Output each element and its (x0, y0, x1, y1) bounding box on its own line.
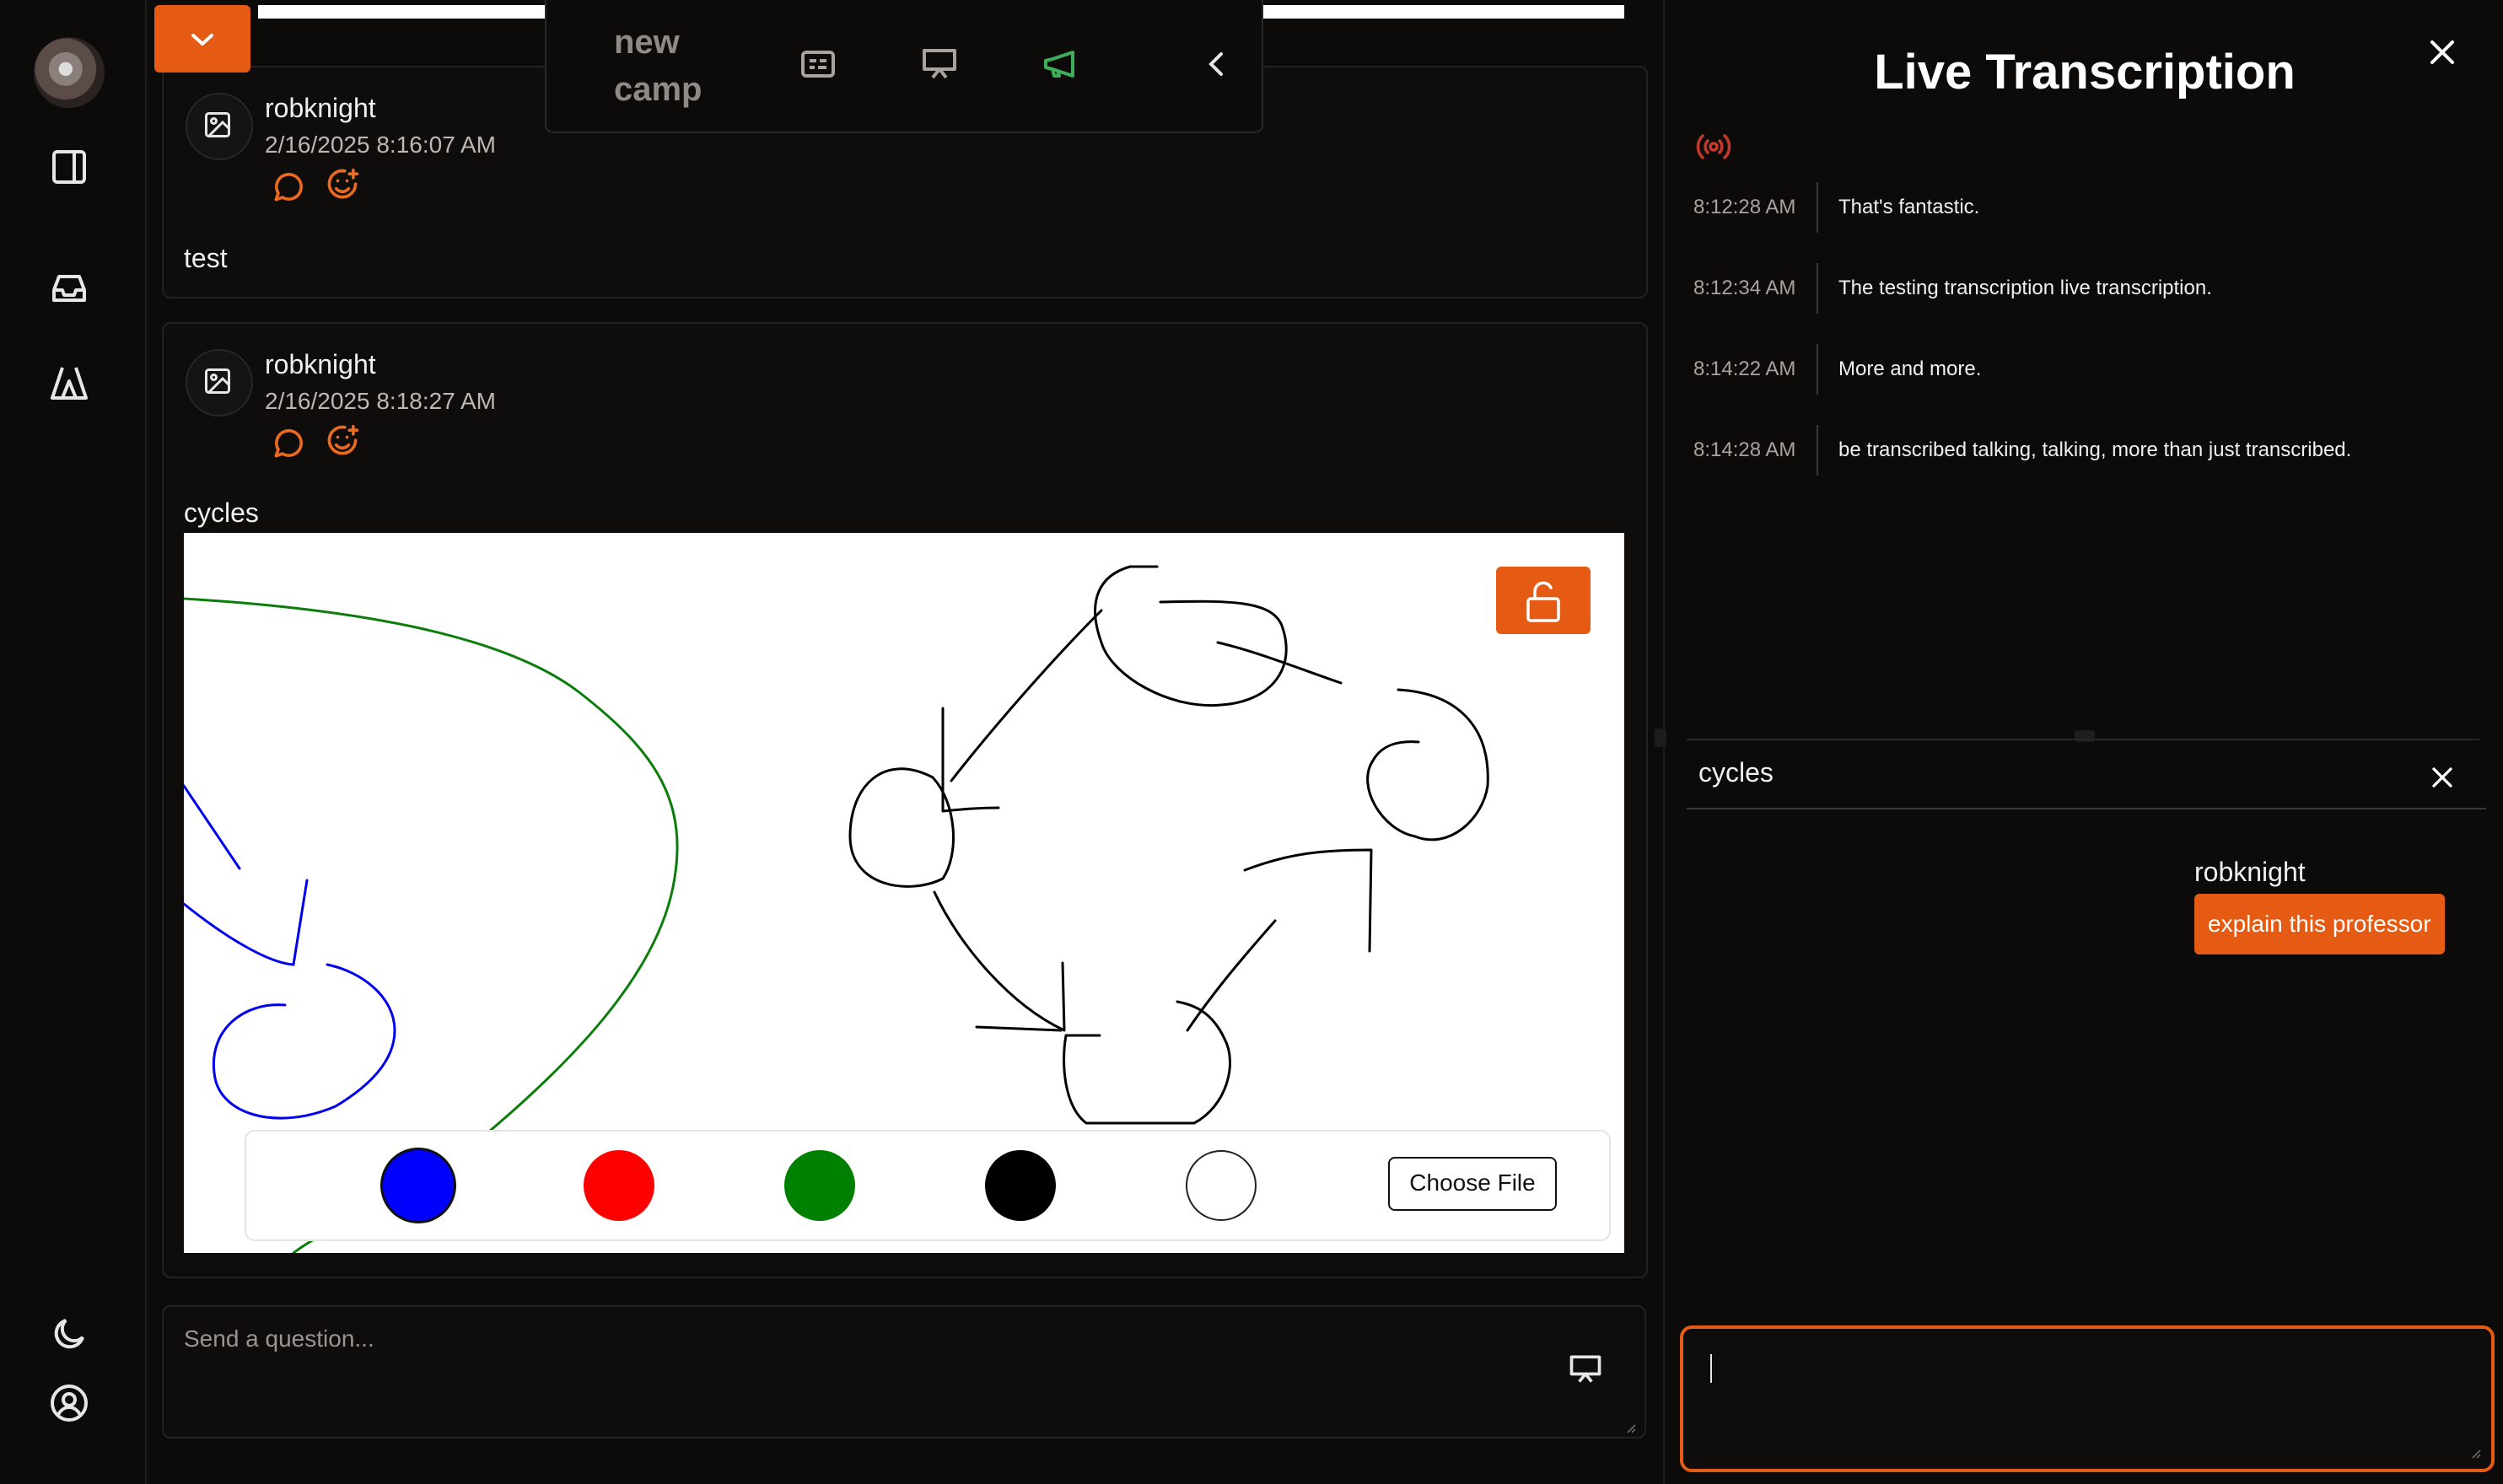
post-timestamp: 2/16/2025 8:16:07 AM (265, 132, 496, 158)
sidebar-toggle-icon[interactable] (49, 147, 89, 187)
user-avatar[interactable] (34, 37, 105, 108)
post-avatar (186, 93, 253, 160)
tent-icon[interactable] (49, 363, 89, 403)
message-bubble: explain this professor (2194, 894, 2445, 954)
transcript-time: 8:12:28 AM (1693, 196, 1796, 218)
transcript-separator (1817, 182, 1818, 233)
resize-handle-icon[interactable] (2471, 1449, 2481, 1459)
left-rail (0, 0, 147, 1484)
close-icon[interactable] (2422, 32, 2463, 73)
inbox-icon[interactable] (49, 268, 89, 309)
color-palette: Choose File (245, 1130, 1611, 1241)
post-author: robknight (265, 349, 376, 379)
panel-title: Live Transcription (1874, 45, 2296, 99)
dark-mode-moon-icon[interactable] (49, 1314, 89, 1354)
color-swatch-blue[interactable] (383, 1150, 454, 1221)
transcript-text: More and more. (1838, 358, 1982, 380)
camp-toolbar: new camp (545, 0, 1263, 133)
message-author: robknight (2194, 857, 2306, 887)
choose-file-button[interactable]: Choose File (1388, 1157, 1557, 1211)
post-body: test (184, 243, 228, 273)
camp-name: new camp (614, 24, 702, 108)
transcript-separator (1817, 344, 1818, 395)
add-reaction-icon[interactable] (324, 167, 361, 204)
vertical-resize-handle[interactable] (1655, 729, 1666, 747)
unlock-button[interactable] (1496, 567, 1591, 634)
live-transcription-panel: Live Transcription 8:12:28 AM That's fan… (1663, 0, 2503, 1484)
chevron-left-icon[interactable] (1196, 44, 1236, 84)
profile-icon[interactable] (49, 1383, 89, 1423)
top-divider-left (258, 5, 545, 19)
transcript-time: 8:14:28 AM (1693, 438, 1796, 461)
chat-input[interactable] (1680, 1325, 2495, 1472)
transcript-entry: 8:12:28 AM That's fantastic. (1665, 182, 2500, 233)
post-timestamp: 2/16/2025 8:18:27 AM (265, 388, 496, 414)
resize-handle-icon[interactable] (1626, 1423, 1636, 1433)
color-swatch-white[interactable] (1186, 1150, 1257, 1221)
whiteboard-canvas[interactable]: Choose File (184, 533, 1624, 1253)
top-divider-right (1262, 5, 1624, 19)
transcript-entry: 8:14:22 AM More and more. (1665, 344, 2500, 395)
transcript-text: be transcribed talking, talking, more th… (1838, 438, 2352, 461)
transcript-time: 8:12:34 AM (1693, 277, 1796, 299)
megaphone-icon[interactable] (1041, 44, 1081, 84)
color-swatch-green[interactable] (784, 1150, 855, 1221)
transcript-entry: 8:14:28 AM be transcribed talking, talki… (1665, 425, 2500, 476)
close-thread-icon[interactable] (2425, 761, 2459, 794)
post-body: cycles (184, 497, 259, 528)
transcript-time: 8:14:22 AM (1693, 358, 1796, 380)
transcript-entry: 8:12:34 AM The testing transcription liv… (1665, 263, 2500, 314)
color-swatch-black[interactable] (985, 1150, 1056, 1221)
color-swatch-red[interactable] (584, 1150, 654, 1221)
transcript-text: The testing transcription live transcrip… (1838, 277, 2212, 299)
panel-divider (1687, 739, 2479, 740)
transcript-separator (1817, 425, 1818, 476)
live-broadcast-icon (1693, 128, 1734, 165)
captions-icon[interactable] (798, 44, 838, 84)
reply-icon[interactable] (270, 169, 307, 206)
question-placeholder: Send a question... (184, 1325, 374, 1352)
presentation-send-icon[interactable] (1567, 1351, 1604, 1388)
text-cursor (1710, 1354, 1712, 1383)
post-author: robknight (265, 93, 376, 123)
question-input[interactable]: Send a question... (162, 1305, 1646, 1438)
reply-icon[interactable] (270, 425, 307, 462)
add-reaction-icon[interactable] (324, 423, 361, 460)
collapse-button[interactable] (154, 5, 250, 73)
post-avatar (186, 349, 253, 417)
presentation-icon[interactable] (919, 44, 960, 84)
transcript-text: That's fantastic. (1838, 196, 1980, 218)
thread-title: cycles (1698, 757, 1774, 788)
transcript-separator (1817, 263, 1818, 314)
thread-divider (1687, 808, 2486, 809)
